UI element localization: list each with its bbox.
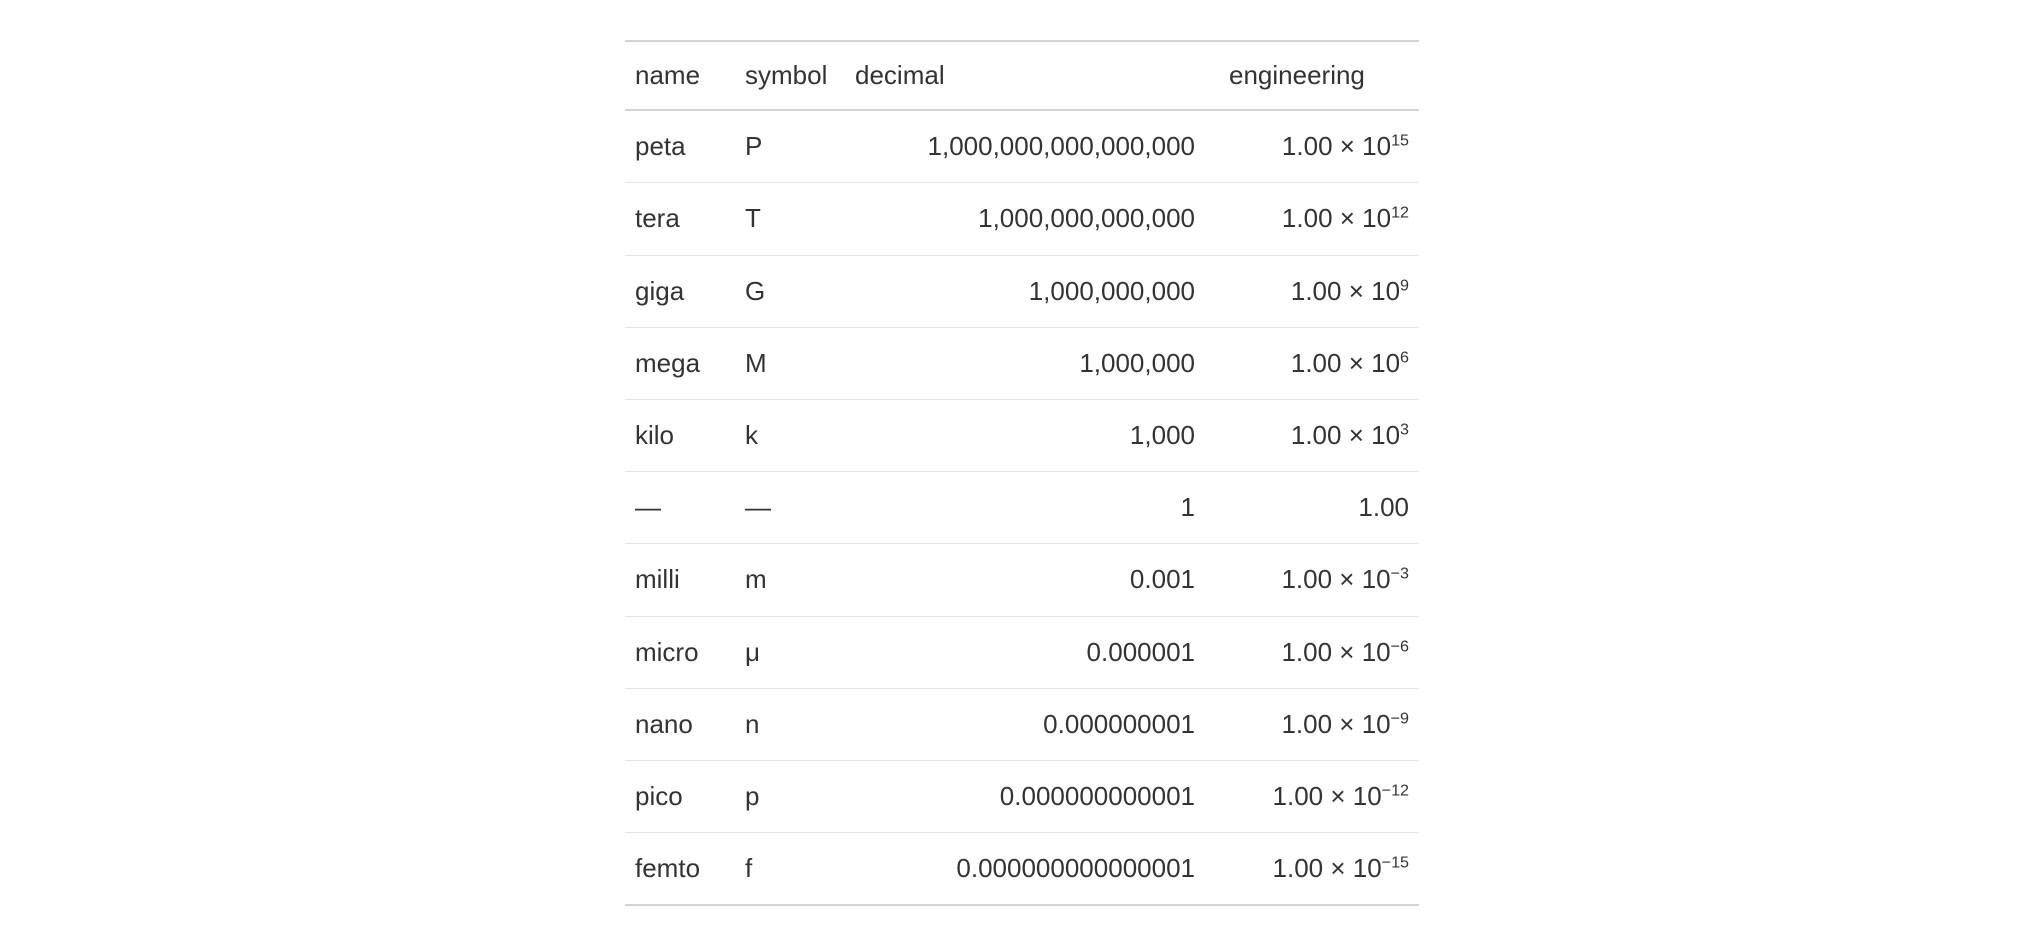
eng-exponent: −3 (1391, 565, 1409, 583)
cell-symbol: T (735, 183, 845, 255)
table-row: millim0.0011.00 × 10−3 (625, 544, 1419, 616)
table-body: petaP1,000,000,000,000,0001.00 × 1015ter… (625, 110, 1419, 905)
cell-engineering: 1.00 × 106 (1205, 327, 1419, 399)
eng-exponent: 6 (1400, 348, 1409, 366)
cell-engineering: 1.00 (1205, 472, 1419, 544)
table-row: picop0.0000000000011.00 × 10−12 (625, 760, 1419, 832)
cell-symbol: — (735, 472, 845, 544)
cell-symbol: f (735, 833, 845, 906)
cell-decimal: 1,000,000,000 (845, 255, 1205, 327)
cell-symbol: P (735, 110, 845, 183)
cell-engineering: 1.00 × 103 (1205, 399, 1419, 471)
cell-name: pico (625, 760, 735, 832)
eng-exponent: 15 (1391, 132, 1409, 150)
cell-decimal: 0.000001 (845, 616, 1205, 688)
cell-symbol: p (735, 760, 845, 832)
cell-decimal: 0.000000001 (845, 688, 1205, 760)
cell-engineering: 1.00 × 1012 (1205, 183, 1419, 255)
cell-symbol: m (735, 544, 845, 616)
eng-base: 1.00 × 10 (1281, 709, 1390, 739)
table-header-row: name symbol decimal engineering (625, 41, 1419, 110)
cell-decimal: 1 (845, 472, 1205, 544)
cell-symbol: G (735, 255, 845, 327)
eng-exponent: −15 (1382, 853, 1409, 871)
cell-decimal: 1,000,000,000,000 (845, 183, 1205, 255)
cell-engineering: 1.00 × 1015 (1205, 110, 1419, 183)
table-row: femtof0.0000000000000011.00 × 10−15 (625, 833, 1419, 906)
eng-exponent: −12 (1382, 781, 1409, 799)
eng-base: 1.00 × 10 (1273, 853, 1382, 883)
si-prefix-table: name symbol decimal engineering petaP1,0… (625, 40, 1419, 906)
cell-symbol: μ (735, 616, 845, 688)
cell-name: kilo (625, 399, 735, 471)
table-row: kilok1,0001.00 × 103 (625, 399, 1419, 471)
table-row: teraT1,000,000,000,0001.00 × 1012 (625, 183, 1419, 255)
eng-base: 1.00 × 10 (1282, 203, 1391, 233)
cell-symbol: M (735, 327, 845, 399)
cell-decimal: 0.000000000001 (845, 760, 1205, 832)
cell-name: tera (625, 183, 735, 255)
cell-decimal: 1,000 (845, 399, 1205, 471)
table-row: gigaG1,000,000,0001.00 × 109 (625, 255, 1419, 327)
table-row: petaP1,000,000,000,000,0001.00 × 1015 (625, 110, 1419, 183)
table-row: megaM1,000,0001.00 × 106 (625, 327, 1419, 399)
header-engineering: engineering (1205, 41, 1419, 110)
table-row: nanon0.0000000011.00 × 10−9 (625, 688, 1419, 760)
eng-base: 1.00 × 10 (1291, 420, 1400, 450)
cell-symbol: n (735, 688, 845, 760)
cell-name: micro (625, 616, 735, 688)
cell-symbol: k (735, 399, 845, 471)
eng-exponent: 12 (1391, 204, 1409, 222)
cell-engineering: 1.00 × 10−12 (1205, 760, 1419, 832)
cell-decimal: 0.001 (845, 544, 1205, 616)
header-decimal: decimal (845, 41, 1205, 110)
cell-engineering: 1.00 × 10−3 (1205, 544, 1419, 616)
cell-engineering: 1.00 × 10−9 (1205, 688, 1419, 760)
header-name: name (625, 41, 735, 110)
cell-decimal: 1,000,000,000,000,000 (845, 110, 1205, 183)
cell-name: — (625, 472, 735, 544)
eng-base: 1.00 (1358, 492, 1409, 522)
cell-name: femto (625, 833, 735, 906)
eng-exponent: −6 (1391, 637, 1409, 655)
table-row: microμ0.0000011.00 × 10−6 (625, 616, 1419, 688)
table-row: ——11.00 (625, 472, 1419, 544)
cell-engineering: 1.00 × 10−15 (1205, 833, 1419, 906)
header-symbol: symbol (735, 41, 845, 110)
cell-name: giga (625, 255, 735, 327)
cell-name: nano (625, 688, 735, 760)
eng-base: 1.00 × 10 (1281, 564, 1390, 594)
cell-name: milli (625, 544, 735, 616)
eng-base: 1.00 × 10 (1281, 637, 1390, 667)
eng-base: 1.00 × 10 (1291, 348, 1400, 378)
cell-decimal: 1,000,000 (845, 327, 1205, 399)
eng-base: 1.00 × 10 (1273, 781, 1382, 811)
cell-decimal: 0.000000000000001 (845, 833, 1205, 906)
eng-exponent: 9 (1400, 276, 1409, 294)
cell-engineering: 1.00 × 10−6 (1205, 616, 1419, 688)
eng-base: 1.00 × 10 (1282, 131, 1391, 161)
eng-exponent: 3 (1400, 420, 1409, 438)
cell-engineering: 1.00 × 109 (1205, 255, 1419, 327)
cell-name: mega (625, 327, 735, 399)
eng-exponent: −9 (1391, 709, 1409, 727)
cell-name: peta (625, 110, 735, 183)
eng-base: 1.00 × 10 (1291, 276, 1400, 306)
